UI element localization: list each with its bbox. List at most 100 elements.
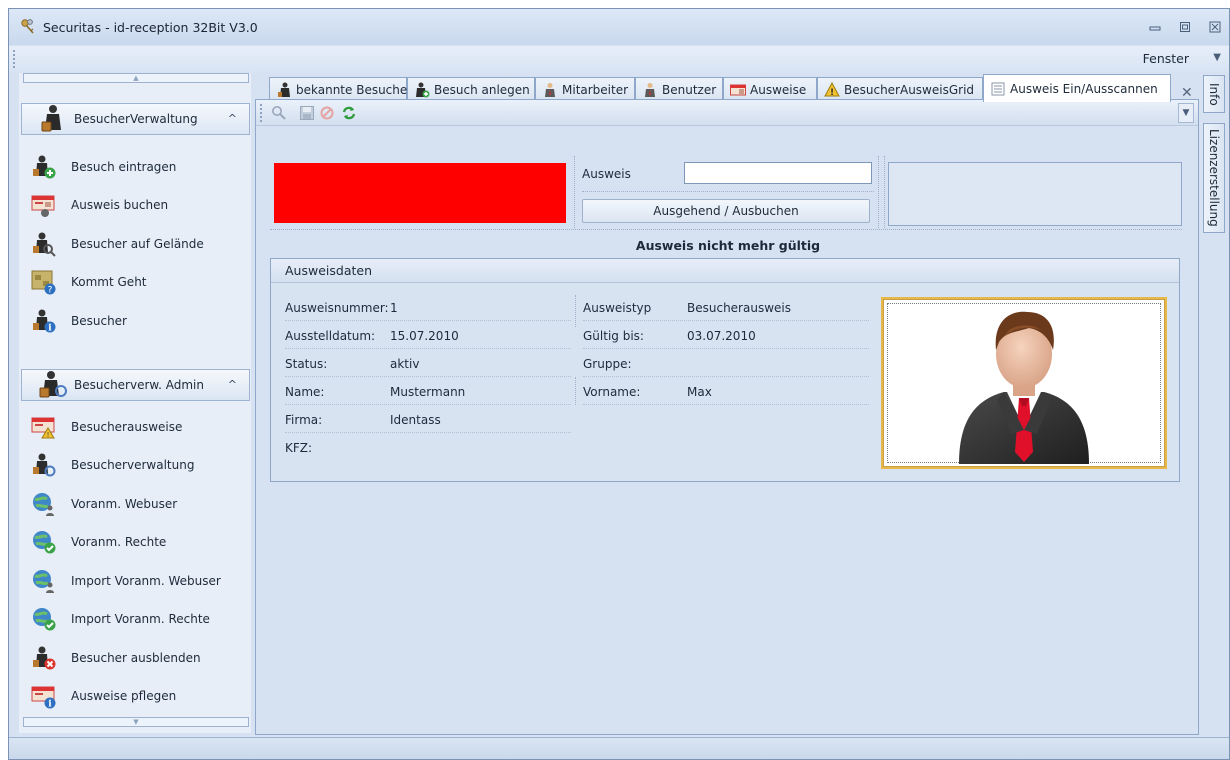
- scroll-up-button[interactable]: ▲: [23, 73, 249, 83]
- group-header-besucherverwaltung[interactable]: BesucherVerwaltung ^: [21, 103, 250, 135]
- status-indicator: [274, 163, 566, 223]
- tab-benutzer[interactable]: Benutzer: [635, 77, 723, 101]
- chevron-up-icon: ^: [227, 378, 237, 391]
- tab-mitarbeiter[interactable]: Mitarbeiter: [535, 77, 635, 101]
- sidebar-item-label: Ausweis buchen: [71, 198, 169, 212]
- tab-label: bekannte Besucher: [296, 82, 413, 97]
- group-header-besucherverw-admin[interactable]: Besucherverw. Admin ^: [21, 369, 250, 401]
- sidebar-item-besucher-auf-gelaende[interactable]: Besucher auf Gelände: [31, 230, 204, 258]
- maximize-button[interactable]: [1177, 19, 1193, 35]
- search-icon: [272, 106, 286, 120]
- field-firma: Identass: [390, 413, 441, 427]
- svg-text:i: i: [48, 700, 52, 710]
- field-name: Mustermann: [390, 385, 466, 399]
- field-ausstelldatum: 15.07.2010: [390, 329, 459, 343]
- status-bar: [9, 737, 1229, 759]
- side-tab-lizenzerstellung[interactable]: Lizenzerstellung: [1203, 123, 1225, 233]
- search-button[interactable]: [270, 104, 288, 122]
- sidebar-item-import-voranm-webuser[interactable]: Import Voranm. Webuser: [31, 567, 221, 595]
- tab-ausweise[interactable]: Ausweise: [723, 77, 817, 101]
- tab-label: Ausweis Ein/Ausscannen: [1010, 81, 1158, 96]
- tab-bekannte-besucher[interactable]: bekannte Besucher: [269, 77, 412, 101]
- sidebar-item-besucherausweise[interactable]: ! Besucherausweise: [31, 413, 182, 441]
- info-panel: [888, 162, 1182, 226]
- divider: [884, 156, 885, 228]
- sidebar-item-besucherverwaltung[interactable]: Besucherverwaltung: [31, 451, 194, 479]
- field-ausweistyp: Besucherausweis: [687, 301, 791, 315]
- sidebar-item-ausweis-buchen[interactable]: Ausweis buchen: [31, 191, 168, 219]
- divider: [583, 348, 869, 349]
- svg-text:i: i: [48, 324, 52, 334]
- tab-besucherausweisgrid[interactable]: ! BesucherAusweisGrid: [817, 77, 983, 101]
- visitor-suitcase-icon: [41, 105, 61, 132]
- field-label: Vorname:: [583, 385, 641, 399]
- divider: [575, 295, 576, 327]
- field-label: Name:: [285, 385, 325, 399]
- sidebar-item-label: Import Voranm. Webuser: [71, 574, 221, 588]
- toolbar-grip[interactable]: [260, 104, 263, 122]
- divider: [583, 376, 869, 377]
- side-tab-label: Lizenzerstellung: [1207, 129, 1221, 227]
- field-label: KFZ:: [285, 441, 313, 455]
- menu-grip[interactable]: [13, 50, 16, 68]
- svg-text:?: ?: [48, 286, 53, 296]
- ausbuchen-button[interactable]: Ausgehend / Ausbuchen: [582, 199, 870, 223]
- tab-besuch-anlegen[interactable]: Besuch anlegen: [407, 77, 535, 101]
- badge-info-icon: i: [31, 686, 56, 710]
- cancel-button[interactable]: [318, 104, 336, 122]
- visitor-info-icon: i: [33, 309, 56, 334]
- sidebar-item-voranm-rechte[interactable]: Voranm. Rechte: [31, 528, 166, 556]
- save-icon: [300, 106, 314, 120]
- chevron-down-icon[interactable]: ▼: [1213, 52, 1221, 63]
- sidebar-item-label: Besucher auf Gelände: [71, 237, 204, 251]
- tab-ausweis-ein-ausscannen[interactable]: Ausweis Ein/Ausscannen: [983, 74, 1171, 102]
- sidebar-item-import-voranm-rechte[interactable]: Import Voranm. Rechte: [31, 605, 210, 633]
- sidebar-item-besucher-ausblenden[interactable]: Besucher ausblenden: [31, 644, 201, 672]
- divider: [285, 404, 571, 405]
- toolbar-options-button[interactable]: ▼: [1178, 103, 1194, 123]
- field-gueltig-bis: 03.07.2010: [687, 329, 756, 343]
- sidebar-item-label: Kommt Geht: [71, 275, 147, 289]
- sidebar-item-voranm-webuser[interactable]: Voranm. Webuser: [31, 490, 177, 518]
- status-message: Ausweis nicht mehr gültig: [635, 238, 821, 253]
- sidebar-item-label: Besucherverwaltung: [71, 458, 195, 472]
- sidebar-item-ausweise-pflegen[interactable]: i Ausweise pflegen: [31, 682, 176, 710]
- menu-fenster[interactable]: Fenster: [1143, 51, 1189, 66]
- sidebar-item-label: Import Voranm. Rechte: [71, 612, 210, 626]
- visitor-photo[interactable]: [881, 297, 1167, 469]
- tab-content-ausweis-scannen: ▼ Ausweis Ausgehend / Ausbuchen Ausweis …: [255, 99, 1199, 735]
- refresh-button[interactable]: [340, 104, 358, 122]
- sidebar-item-label: Besucherausweise: [71, 420, 183, 434]
- close-button[interactable]: [1207, 19, 1223, 35]
- side-tab-info[interactable]: Info: [1203, 75, 1225, 113]
- divider: [270, 229, 1182, 230]
- sidebar-item-label: Besuch eintragen: [71, 160, 177, 174]
- minimize-button[interactable]: [1147, 19, 1163, 35]
- save-button[interactable]: [298, 104, 316, 122]
- chevron-up-icon: ^: [227, 112, 237, 125]
- sidebar-item-label: Besucher ausblenden: [71, 651, 201, 665]
- ausweis-label: Ausweis: [582, 167, 631, 181]
- navigation-panel: ▲ BesucherVerwaltung ^ Besuch eintragen …: [19, 73, 251, 733]
- ausweis-input[interactable]: [684, 162, 872, 184]
- divider: [583, 320, 869, 321]
- group-label: BesucherVerwaltung: [74, 112, 198, 126]
- tab-label: Besuch anlegen: [434, 82, 530, 97]
- minimize-icon: [1149, 26, 1161, 31]
- person-avatar-icon: [959, 311, 1089, 464]
- group-title: Ausweisdaten: [271, 259, 1179, 283]
- scroll-down-button[interactable]: ▼: [23, 717, 249, 727]
- sidebar-item-besuch-eintragen[interactable]: Besuch eintragen: [31, 153, 176, 181]
- sidebar-item-kommt-geht[interactable]: ? Kommt Geht: [31, 268, 147, 296]
- field-label: Status:: [285, 357, 328, 371]
- divider: [285, 432, 571, 433]
- side-tab-label: Info: [1207, 82, 1221, 106]
- visitor-icon: [278, 82, 290, 97]
- sidebar-item-besucher[interactable]: i Besucher: [31, 307, 127, 335]
- field-label: Gruppe:: [583, 357, 632, 371]
- globe-user-icon: [33, 493, 54, 516]
- field-label: Ausweisnummer:: [285, 301, 389, 315]
- visitor-remove-icon: [33, 646, 56, 670]
- tab-strip: bekannte Besucher Besuch anlegen Mitarbe…: [257, 73, 1199, 102]
- field-label: Ausstelldatum:: [285, 329, 376, 343]
